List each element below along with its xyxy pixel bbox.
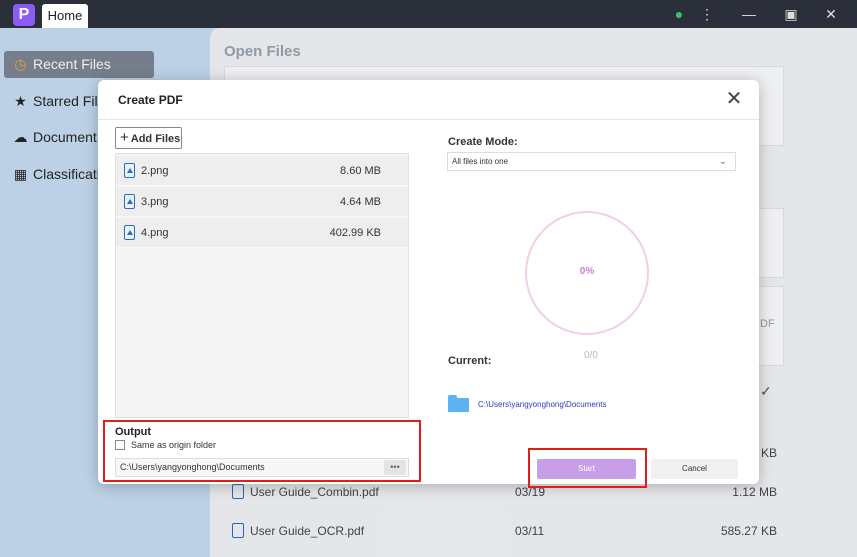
progress-percent: 0% xyxy=(579,266,595,277)
cancel-button[interactable]: Cancel xyxy=(651,459,738,479)
highlight-box-start xyxy=(528,448,647,488)
file-size: 402.99 KB xyxy=(329,227,381,239)
minimize-icon[interactable]: — xyxy=(739,4,759,24)
add-files-label: Add Files xyxy=(130,133,181,145)
plus-icon: + xyxy=(120,129,129,146)
image-file-icon xyxy=(124,163,135,178)
list-item[interactable]: 2.png 8.60 MB xyxy=(116,156,408,186)
highlight-box-output xyxy=(103,420,421,482)
tab-home[interactable]: Home xyxy=(42,4,88,28)
maximize-icon[interactable]: ▣ xyxy=(781,4,801,24)
list-item[interactable]: 4.png 402.99 KB xyxy=(116,218,408,248)
file-size: 8.60 MB xyxy=(340,165,381,177)
folder-icon xyxy=(448,395,469,412)
file-name: 4.png xyxy=(141,227,169,239)
file-name: 2.png xyxy=(141,165,169,177)
chevron-down-icon: ⌄ xyxy=(718,156,727,167)
user-icon[interactable]: ● xyxy=(669,4,689,24)
more-icon[interactable]: ⋮ xyxy=(697,4,717,24)
close-icon[interactable]: ✕ xyxy=(723,88,745,110)
create-pdf-dialog: Create PDF ✕ + Add Files 2.png 8.60 MB 3.… xyxy=(98,80,759,488)
dialog-title: Create PDF xyxy=(118,93,183,107)
create-mode-select[interactable]: All files into one ⌄ xyxy=(447,152,736,171)
progress-count: 0/0 xyxy=(584,350,598,361)
title-bar: P Home ● ⋮ — ▣ ✕ xyxy=(0,0,857,28)
current-label: Current: xyxy=(448,355,492,367)
current-path-link[interactable]: C:\Users\yangyonghong\Documents xyxy=(478,400,607,409)
list-item[interactable]: 3.png 4.64 MB xyxy=(116,187,408,217)
divider xyxy=(98,119,759,120)
create-mode-label: Create Mode: xyxy=(448,136,518,148)
file-size: 4.64 MB xyxy=(340,196,381,208)
app-logo: P xyxy=(13,4,35,26)
add-files-button[interactable]: + Add Files xyxy=(115,127,182,149)
create-mode-value: All files into one xyxy=(452,157,509,166)
close-icon[interactable]: ✕ xyxy=(821,4,841,24)
image-file-icon xyxy=(124,194,135,209)
image-file-icon xyxy=(124,225,135,240)
file-list[interactable]: 2.png 8.60 MB 3.png 4.64 MB 4.png 402.99… xyxy=(115,153,409,418)
file-name: 3.png xyxy=(141,196,169,208)
